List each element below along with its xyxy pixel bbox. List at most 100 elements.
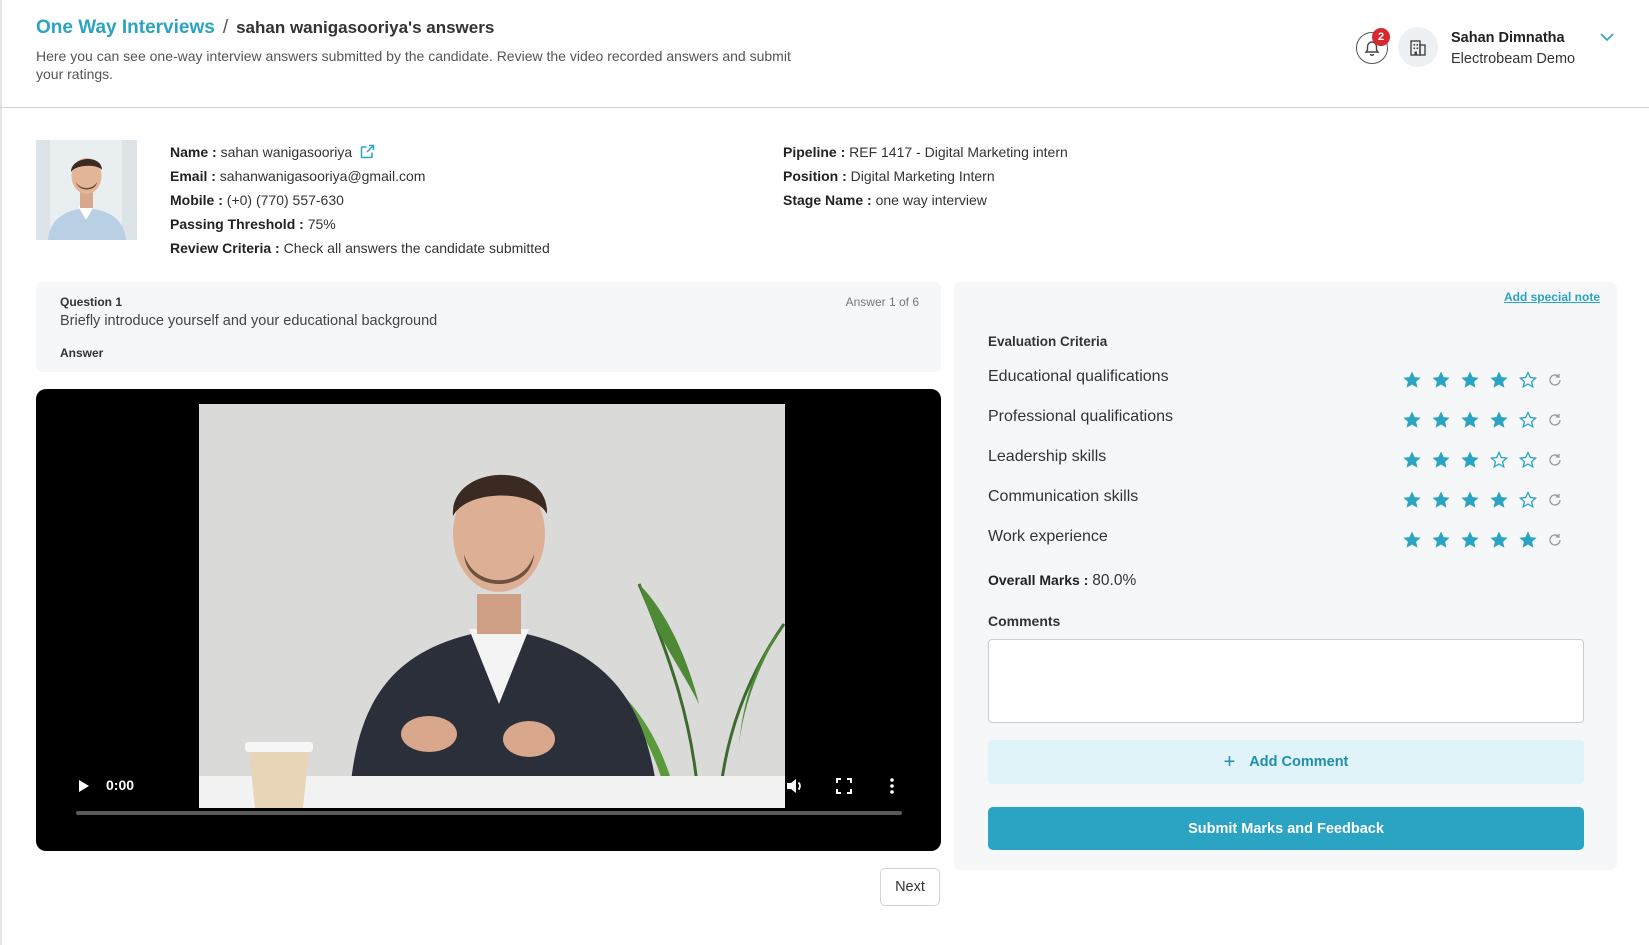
plus-icon: +	[1223, 750, 1236, 773]
volume-icon[interactable]	[786, 778, 804, 794]
star-empty-icon[interactable]	[1518, 450, 1538, 470]
comments-label: Comments	[988, 613, 1061, 629]
overall-marks-label: Overall Marks :	[988, 572, 1089, 588]
criterion-label: Professional qualifications	[988, 408, 1173, 425]
candidate-mobile: (+0) (770) 557-630	[226, 192, 344, 208]
passing-threshold: 75%	[307, 216, 336, 232]
chevron-down-icon[interactable]	[1599, 31, 1615, 43]
reset-rating-icon[interactable]	[1547, 492, 1563, 508]
star-filled-icon[interactable]	[1431, 370, 1451, 390]
evaluation-panel: Add special note Evaluation Criteria Edu…	[954, 282, 1617, 870]
page-header: One Way Interviews / sahan wanigasooriya's…	[0, 0, 1649, 108]
play-icon[interactable]	[78, 779, 90, 793]
star-filled-icon[interactable]	[1460, 410, 1480, 430]
more-options-icon[interactable]	[889, 778, 895, 794]
candidate-name-row: Name : sahan wanigasooriya	[170, 144, 375, 160]
external-link-icon[interactable]	[360, 144, 375, 159]
star-filled-icon[interactable]	[1460, 530, 1480, 550]
pipeline-value: REF 1417 - Digital Marketing intern	[849, 144, 1068, 160]
candidate-avatar	[36, 140, 137, 240]
star-filled-icon[interactable]	[1489, 530, 1509, 550]
criterion-label: Communication skills	[988, 488, 1139, 505]
user-name[interactable]: Sahan Dimnatha	[1451, 30, 1565, 46]
question-label: Question 1	[60, 295, 123, 309]
reset-rating-icon[interactable]	[1547, 412, 1563, 428]
mobile-label: Mobile :	[170, 192, 223, 208]
star-filled-icon[interactable]	[1460, 450, 1480, 470]
position-value: Digital Marketing Intern	[850, 168, 995, 184]
star-rating	[1402, 530, 1563, 550]
add-comment-button[interactable]: + Add Comment	[988, 740, 1584, 784]
star-filled-icon[interactable]	[1402, 530, 1422, 550]
star-empty-icon[interactable]	[1518, 490, 1538, 510]
video-player[interactable]: 0:00	[36, 389, 941, 851]
star-empty-icon[interactable]	[1518, 370, 1538, 390]
candidate-email-row: Email : sahanwanigasooriya@gmail.com	[170, 168, 425, 184]
star-filled-icon[interactable]	[1402, 490, 1422, 510]
pipeline-label: Pipeline :	[783, 144, 846, 160]
page-edge	[0, 0, 2, 945]
reset-rating-icon[interactable]	[1547, 452, 1563, 468]
candidate-email: sahanwanigasooriya@gmail.com	[219, 168, 426, 184]
star-rating	[1402, 490, 1563, 510]
reset-rating-icon[interactable]	[1547, 372, 1563, 388]
stage-value: one way interview	[875, 192, 987, 208]
star-filled-icon[interactable]	[1460, 490, 1480, 510]
star-rating	[1402, 370, 1563, 390]
reset-rating-icon[interactable]	[1547, 532, 1563, 548]
star-empty-icon[interactable]	[1489, 450, 1509, 470]
add-special-note-link[interactable]: Add special note	[1504, 290, 1600, 304]
next-button[interactable]: Next	[880, 868, 940, 906]
criteria-label: Review Criteria :	[170, 240, 280, 256]
breadcrumb-separator: /	[222, 17, 229, 38]
star-filled-icon[interactable]	[1431, 450, 1451, 470]
building-icon[interactable]	[1398, 27, 1438, 67]
star-filled-icon[interactable]	[1402, 370, 1422, 390]
position-row: Position : Digital Marketing Intern	[783, 168, 995, 184]
star-filled-icon[interactable]	[1431, 530, 1451, 550]
breadcrumb: One Way Interviews / sahan wanigasooriya's…	[36, 17, 494, 39]
question-text: Briefly introduce yourself and your educ…	[60, 313, 438, 329]
video-scrub-bar[interactable]	[76, 811, 902, 815]
answer-counter: Answer 1 of 6	[845, 295, 919, 309]
candidate-mobile-row: Mobile : (+0) (770) 557-630	[170, 192, 344, 208]
star-filled-icon[interactable]	[1402, 450, 1422, 470]
stage-label: Stage Name :	[783, 192, 872, 208]
criterion-label: Leadership skills	[988, 448, 1107, 465]
candidate-name: sahan wanigasooriya	[220, 144, 353, 160]
threshold-label: Passing Threshold :	[170, 216, 304, 232]
add-comment-label: Add Comment	[1249, 754, 1349, 770]
overall-marks-value: 80.0%	[1092, 572, 1137, 589]
evaluation-title: Evaluation Criteria	[988, 334, 1108, 349]
star-filled-icon[interactable]	[1402, 410, 1422, 430]
star-filled-icon[interactable]	[1518, 530, 1538, 550]
submit-marks-button[interactable]: Submit Marks and Feedback	[988, 807, 1584, 850]
star-filled-icon[interactable]	[1489, 370, 1509, 390]
notification-count-badge: 2	[1372, 28, 1390, 46]
criterion-label: Work experience	[988, 528, 1108, 545]
review-criteria: Check all answers the candidate submitte…	[283, 240, 550, 256]
star-rating	[1402, 450, 1563, 470]
star-filled-icon[interactable]	[1460, 370, 1480, 390]
star-empty-icon[interactable]	[1518, 410, 1538, 430]
fullscreen-icon[interactable]	[836, 778, 852, 794]
video-time: 0:00	[106, 777, 135, 793]
star-filled-icon[interactable]	[1431, 410, 1451, 430]
pipeline-row: Pipeline : REF 1417 - Digital Marketing …	[783, 144, 1068, 160]
stage-row: Stage Name : one way interview	[783, 192, 987, 208]
user-organization: Electrobeam Demo	[1451, 51, 1576, 67]
review-criteria-row: Review Criteria : Check all answers the …	[170, 240, 550, 256]
comments-textarea[interactable]	[988, 639, 1584, 723]
breadcrumb-root-link[interactable]: One Way Interviews	[36, 17, 215, 38]
video-frame	[199, 404, 785, 808]
position-label: Position :	[783, 168, 847, 184]
star-filled-icon[interactable]	[1489, 490, 1509, 510]
answer-label: Answer	[60, 346, 104, 360]
passing-threshold-row: Passing Threshold : 75%	[170, 216, 336, 232]
name-label: Name :	[170, 144, 217, 160]
question-card: Question 1 Briefly introduce yourself an…	[36, 282, 941, 372]
star-rating	[1402, 410, 1563, 430]
star-filled-icon[interactable]	[1431, 490, 1451, 510]
star-filled-icon[interactable]	[1489, 410, 1509, 430]
email-label: Email :	[170, 168, 216, 184]
